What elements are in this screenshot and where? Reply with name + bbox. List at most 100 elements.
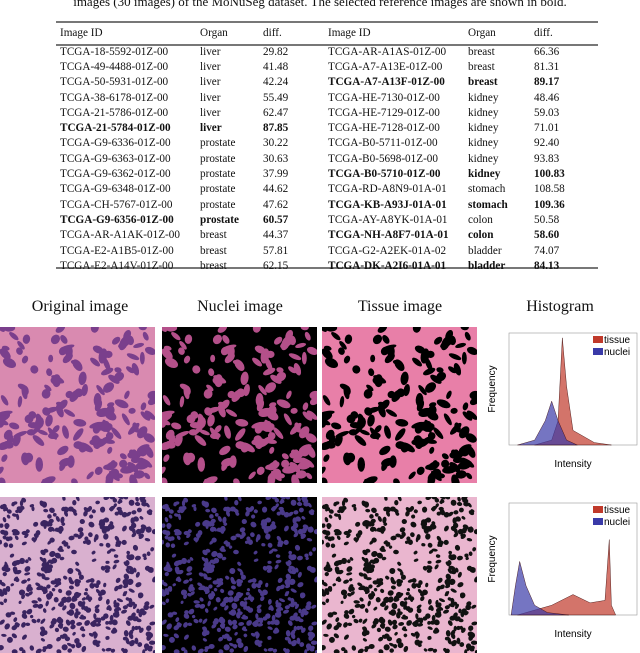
cell-diff: 47.62 [263, 198, 289, 211]
table-row: TCGA-21-5784-01Z-00 liver 87.85 TCGA-HE-712… [60, 120, 594, 135]
table-row: TCGA-G9-6363-01Z-00 prostate 30.63 TCGA-B0-… [60, 151, 594, 166]
table-row: TCGA-AR-A1AK-01Z-00 breast 44.37 TCGA-NH-A8… [60, 228, 594, 243]
cell-organ: liver [200, 76, 221, 89]
histogram-2: tissuenuclei Intensity Frequency [487, 502, 638, 640]
cell-diff: 92.40 [534, 137, 560, 150]
cell-organ: breast [200, 229, 227, 242]
nuclei-image-1 [162, 327, 317, 483]
table-row: TCGA-G9-6356-01Z-00 prostate 60.57 TCGA-AY-… [60, 212, 594, 227]
table-row: TCGA-21-5786-01Z-00 liver 62.47 TCGA-HE-712… [60, 105, 594, 120]
cell-organ: prostate [200, 183, 236, 196]
cell-organ: colon [468, 213, 493, 226]
cell-id: TCGA-HE-7128-01Z-00 [328, 122, 440, 135]
cell-organ: breast [200, 244, 227, 257]
cell-diff: 37.99 [263, 168, 289, 181]
cell-id: TCGA-DK-A2I6-01A-01 [328, 259, 447, 272]
x-axis-label: Intensity [554, 629, 591, 640]
cell-organ: liver [200, 122, 222, 135]
table-caption: images (30 images) of the MoNuSeg datase… [73, 0, 567, 9]
legend-label-nuclei: nuclei [604, 347, 630, 358]
column-header: Image ID [328, 27, 371, 39]
cell-diff: 44.62 [263, 183, 289, 196]
cell-organ: kidney [468, 122, 499, 135]
legend-swatch-tissue [593, 506, 603, 513]
cell-diff: 62.15 [263, 259, 289, 272]
cell-id: TCGA-49-4488-01Z-00 [60, 60, 169, 73]
table-row: TCGA-G9-6336-01Z-00 prostate 30.22 TCGA-B0-… [60, 136, 594, 151]
table-row: TCGA-G9-6362-01Z-00 prostate 37.99 TCGA-B0-… [60, 166, 594, 181]
cell-organ: prostate [200, 168, 236, 181]
cell-organ: colon [468, 229, 494, 242]
cell-organ: liver [200, 106, 221, 119]
cell-organ: bladder [468, 244, 502, 257]
cell-diff: 48.46 [534, 91, 560, 104]
cell-id: TCGA-G9-6336-01Z-00 [60, 137, 171, 150]
cell-id: TCGA-HE-7129-01Z-00 [328, 106, 440, 119]
cell-diff: 57.81 [263, 244, 289, 257]
y-axis-label: Frequency [487, 535, 498, 582]
column-header: Organ [200, 27, 228, 39]
cell-organ: breast [468, 60, 495, 73]
table-row: TCGA-49-4488-01Z-00 liver 41.48 TCGA-A7-A13… [60, 59, 594, 74]
nuclei-image-2 [162, 497, 317, 653]
original-image-2 [0, 497, 155, 653]
legend-label-nuclei: nuclei [604, 517, 630, 528]
cell-id: TCGA-50-5931-01Z-00 [60, 76, 169, 89]
original-image-1 [0, 327, 155, 483]
cell-organ: stomach [468, 183, 506, 196]
cell-id: TCGA-18-5592-01Z-00 [60, 45, 169, 58]
cell-diff: 58.60 [534, 229, 560, 242]
cell-organ: bladder [468, 259, 506, 272]
cell-organ: liver [200, 45, 221, 58]
column-header: diff. [534, 27, 553, 39]
cell-diff: 60.57 [263, 213, 289, 226]
table-row: TCGA-38-6178-01Z-00 liver 55.49 TCGA-HE-713… [60, 90, 594, 105]
legend-swatch-nuclei [593, 518, 603, 525]
cell-organ: prostate [200, 137, 236, 150]
table-row: TCGA-G9-6348-01Z-00 prostate 44.62 TCGA-RD-… [60, 182, 594, 197]
cell-organ: breast [468, 76, 498, 89]
legend-label-tissue: tissue [604, 335, 631, 346]
cell-id: TCGA-NH-A8F7-01A-01 [328, 229, 449, 242]
cell-diff: 30.63 [263, 152, 289, 165]
cell-diff: 100.83 [534, 168, 565, 181]
cell-diff: 59.03 [534, 106, 560, 119]
table-row: TCGA-E2-A14V-01Z-00 breast 62.15 TCGA-DK-A2… [60, 258, 594, 273]
cell-organ: kidney [468, 168, 501, 181]
cell-id: TCGA-G9-6356-01Z-00 [60, 213, 174, 226]
cell-id: TCGA-AR-A1AK-01Z-00 [60, 229, 180, 242]
cell-diff: 84.13 [534, 259, 560, 272]
cell-id: TCGA-B0-5711-01Z-00 [328, 137, 438, 150]
cell-organ: prostate [200, 198, 236, 211]
cell-diff: 41.48 [263, 60, 289, 73]
cell-organ: breast [200, 259, 227, 272]
cell-id: TCGA-E2-A14V-01Z-00 [60, 259, 174, 272]
cell-diff: 108.58 [534, 183, 565, 196]
histogram-1: tissuenuclei Intensity Frequency [487, 332, 638, 470]
legend-label-tissue: tissue [604, 505, 631, 516]
cell-id: TCGA-38-6178-01Z-00 [60, 91, 169, 104]
cell-id: TCGA-21-5786-01Z-00 [60, 106, 169, 119]
table-row: TCGA-E2-A1B5-01Z-00 breast 57.81 TCGA-G2-A2… [60, 243, 594, 258]
cell-diff: 74.07 [534, 244, 560, 257]
cell-organ: kidney [468, 152, 499, 165]
cell-id: TCGA-HE-7130-01Z-00 [328, 91, 440, 104]
column-header: Image ID [60, 27, 103, 39]
column-header: Organ [468, 27, 496, 39]
cell-diff: 93.83 [534, 152, 560, 165]
cell-organ: kidney [468, 137, 499, 150]
panel-title-histogram: Histogram [526, 298, 594, 315]
cell-id: TCGA-B0-5698-01Z-00 [328, 152, 438, 165]
legend-swatch-nuclei [593, 348, 603, 355]
cell-organ: prostate [200, 152, 236, 165]
cell-id: TCGA-G9-6363-01Z-00 [60, 152, 171, 165]
cell-diff: 66.36 [534, 45, 560, 58]
cell-diff: 42.24 [263, 76, 289, 89]
cell-id: TCGA-KB-A93J-01A-01 [328, 198, 447, 211]
cell-organ: breast [468, 45, 495, 58]
cell-diff: 55.49 [263, 91, 289, 104]
cell-diff: 81.31 [534, 60, 560, 73]
cell-id: TCGA-B0-5710-01Z-00 [328, 168, 441, 181]
legend-swatch-tissue [593, 336, 603, 343]
cell-organ: liver [200, 91, 221, 104]
